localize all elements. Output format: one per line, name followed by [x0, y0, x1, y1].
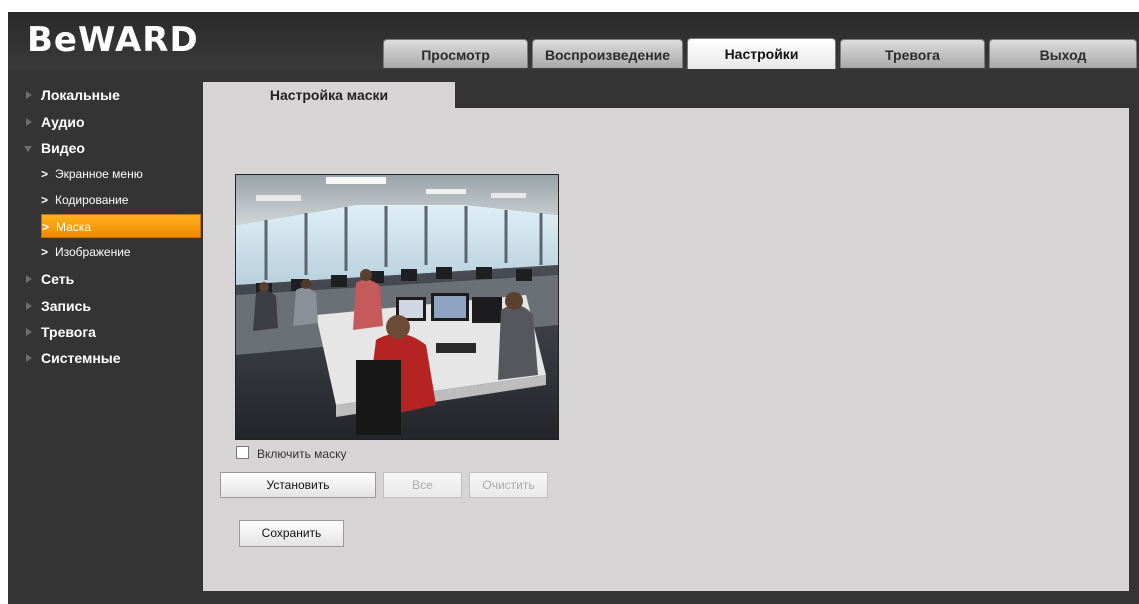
enable-mask-checkbox[interactable]: [236, 446, 249, 459]
sidebar-item-local[interactable]: Локальные: [26, 82, 201, 108]
tab-view[interactable]: Просмотр: [383, 39, 528, 68]
sidebar-item-label: Локальные: [41, 87, 120, 103]
tab-logout[interactable]: Выход: [989, 39, 1137, 68]
camera-preview[interactable]: [235, 174, 559, 440]
sidebar-item-label: Тревога: [41, 324, 96, 340]
beward-logo: BeWARD: [27, 20, 199, 60]
enable-mask-label: Включить маску: [257, 447, 347, 461]
sidebar-item-network[interactable]: Сеть: [26, 266, 201, 292]
caret-down-icon: [24, 146, 32, 152]
sidebar-item-label: Запись: [41, 298, 92, 314]
sidebar-item-label: Системные: [41, 350, 121, 366]
sidebar-subitem-label: Экранное меню: [55, 167, 143, 181]
chevron-right-icon: >: [41, 193, 49, 207]
mask-settings-tab[interactable]: Настройка маски: [203, 82, 455, 109]
sidebar-item-system[interactable]: Системные: [26, 345, 201, 371]
caret-right-icon: [26, 118, 32, 126]
sidebar-subitem-mask[interactable]: > Маска: [41, 214, 201, 238]
sidebar-subitem-label: Кодирование: [55, 193, 129, 207]
chevron-right-icon: >: [41, 167, 49, 181]
sidebar-item-record[interactable]: Запись: [26, 293, 201, 319]
sidebar-subitem-label: Маска: [56, 220, 91, 234]
sidebar-item-label: Сеть: [41, 271, 75, 287]
tab-settings[interactable]: Настройки: [687, 38, 836, 69]
sidebar-subitem-image[interactable]: > Изображение: [41, 240, 201, 264]
sidebar-subitem-encoding[interactable]: > Кодирование: [41, 188, 201, 212]
office-scene-image: [236, 175, 558, 439]
caret-right-icon: [26, 328, 32, 336]
set-button[interactable]: Установить: [220, 472, 376, 498]
sidebar-item-alarm[interactable]: Тревога: [26, 319, 201, 345]
chevron-right-icon: >: [41, 245, 49, 259]
sidebar-item-label: Видео: [41, 140, 85, 156]
tab-playback[interactable]: Воспроизведение: [532, 39, 683, 68]
enable-mask-row[interactable]: Включить маску: [236, 446, 346, 462]
sidebar-subitem-label: Изображение: [55, 245, 131, 259]
caret-right-icon: [26, 275, 32, 283]
tab-alarm[interactable]: Тревога: [840, 39, 985, 68]
chevron-right-icon: >: [42, 220, 50, 234]
sidebar-subitem-osd[interactable]: > Экранное меню: [41, 162, 201, 186]
save-button[interactable]: Сохранить: [239, 520, 344, 547]
sidebar-item-video[interactable]: Видео: [24, 135, 201, 161]
caret-right-icon: [26, 91, 32, 99]
clear-button[interactable]: Очистить: [469, 472, 548, 498]
sidebar-item-label: Аудио: [41, 114, 85, 130]
caret-right-icon: [26, 354, 32, 362]
select-all-button[interactable]: Все: [383, 472, 462, 498]
sidebar-item-audio[interactable]: Аудио: [26, 109, 201, 135]
caret-right-icon: [26, 302, 32, 310]
